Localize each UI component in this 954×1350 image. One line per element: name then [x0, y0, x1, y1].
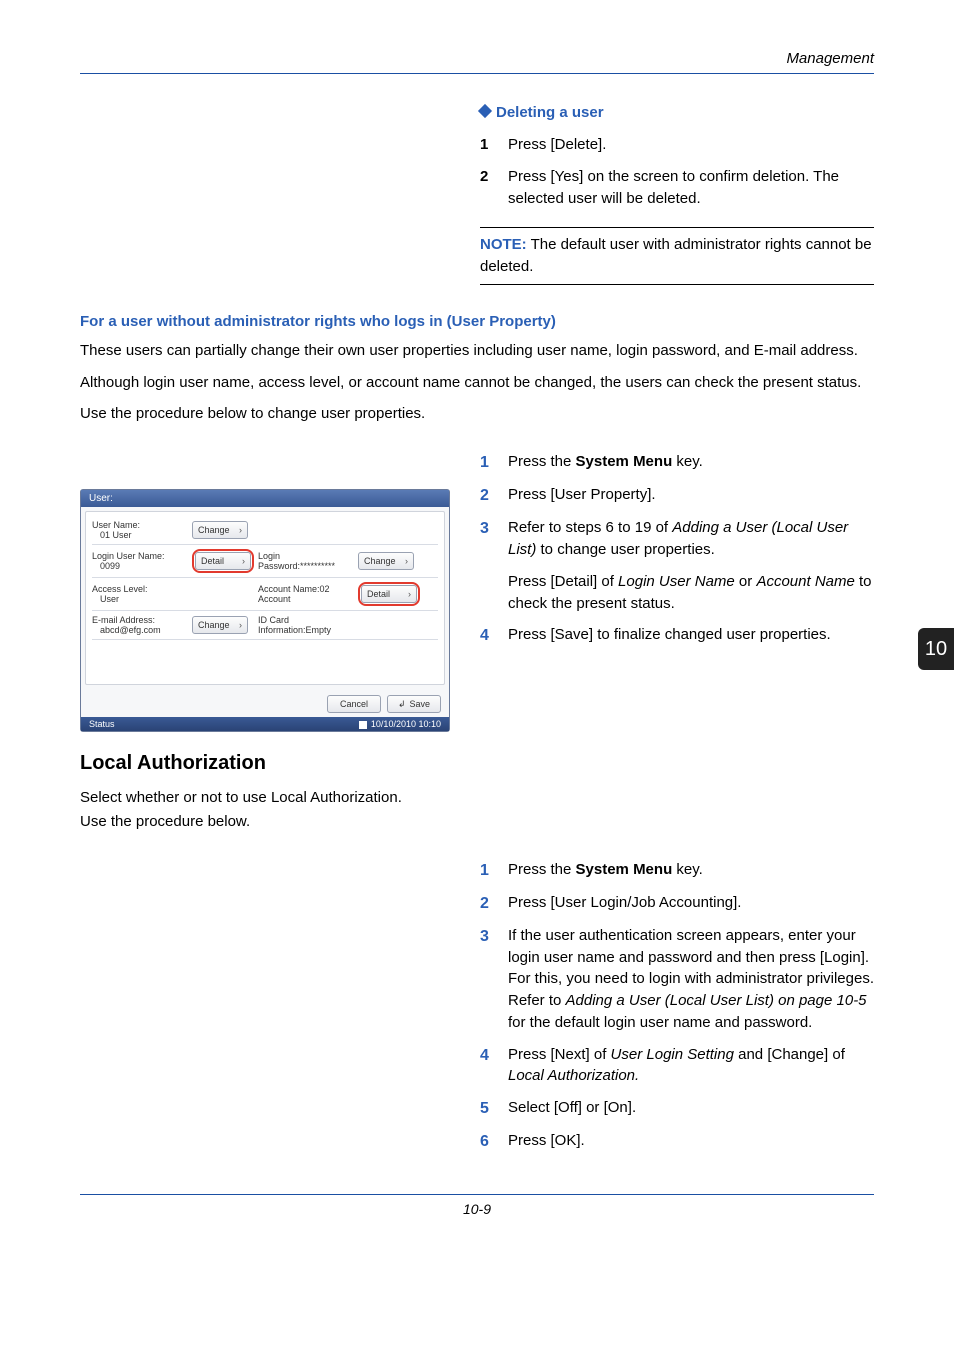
change-button[interactable]: Change› — [358, 552, 414, 570]
step-text: Refer to steps 6 to 19 of Adding a User … — [508, 517, 874, 561]
step-text: Press [User Property]. — [508, 484, 874, 507]
step-text: Press [Yes] on the screen to confirm del… — [508, 166, 874, 210]
header-rule — [80, 73, 874, 74]
field-value: User — [92, 594, 192, 604]
field-label: User Name: — [92, 520, 192, 530]
note-block: NOTE: The default user with administrato… — [480, 227, 874, 285]
chevron-right-icon: › — [408, 589, 411, 599]
change-button[interactable]: Change› — [192, 521, 248, 539]
body-text: Select whether or not to use Local Autho… — [80, 787, 874, 809]
body-text: These users can partially change their o… — [80, 340, 874, 362]
step-text: Press [OK]. — [508, 1130, 874, 1153]
field-label: Access Level: — [92, 584, 192, 594]
field-value: abcd@efg.com — [92, 625, 192, 635]
step-number: 3 — [480, 925, 508, 1034]
field-label: Login Password: — [258, 551, 300, 571]
user-property-heading: For a user without administrator rights … — [80, 313, 874, 330]
detail-button[interactable]: Detail› — [361, 585, 417, 603]
step-text: Press [User Login/Job Accounting]. — [508, 892, 874, 915]
local-authorization-heading: Local Authorization — [80, 752, 874, 775]
step-text: Press [Save] to finalize changed user pr… — [508, 624, 874, 647]
step-number: 4 — [480, 1044, 508, 1088]
chevron-right-icon: › — [405, 556, 408, 566]
body-text: Although login user name, access level, … — [80, 372, 874, 394]
chevron-right-icon: › — [239, 525, 242, 535]
field-value: 01 User — [92, 530, 192, 540]
step-number: 6 — [480, 1130, 508, 1153]
enter-icon: ↲ — [398, 699, 406, 710]
status-label: Status — [89, 719, 115, 729]
cancel-button[interactable]: Cancel — [327, 695, 381, 713]
step-number: 3 — [480, 517, 508, 561]
step-text: Press [Delete]. — [508, 134, 874, 156]
chevron-right-icon: › — [242, 556, 245, 566]
status-icon — [359, 721, 367, 729]
field-value: 0099 — [92, 561, 192, 571]
step-number: 2 — [480, 166, 508, 210]
step-number: 5 — [480, 1097, 508, 1120]
user-dialog: User: User Name:01 User Change› Login Us… — [80, 489, 450, 732]
step-text: If the user authentication screen appear… — [508, 925, 874, 1034]
save-button[interactable]: ↲Save — [387, 695, 441, 713]
dialog-title: User: — [81, 490, 449, 507]
highlight-ring: Detail› — [358, 582, 420, 606]
chapter-tab: 10 — [918, 628, 954, 670]
step-number: 1 — [480, 859, 508, 882]
field-label: Account Name: — [258, 584, 320, 594]
chevron-right-icon: › — [239, 620, 242, 630]
step-number: 2 — [480, 484, 508, 507]
deleting-user-heading: Deleting a user — [480, 104, 874, 122]
step-number: 1 — [480, 134, 508, 156]
step-text: Select [Off] or [On]. — [508, 1097, 874, 1120]
note-label: NOTE: — [480, 236, 527, 253]
diamond-icon — [478, 104, 492, 118]
step-number: 1 — [480, 451, 508, 474]
step-number: 4 — [480, 624, 508, 647]
field-value: ********** — [300, 561, 335, 571]
footer-rule — [80, 1194, 874, 1195]
step-number: 2 — [480, 892, 508, 915]
step-text: Press the System Menu key. — [508, 451, 874, 474]
timestamp: 10/10/2010 10:10 — [371, 719, 441, 729]
detail-button[interactable]: Detail› — [195, 552, 251, 570]
body-text: Use the procedure below. — [80, 811, 874, 833]
change-button[interactable]: Change› — [192, 616, 248, 634]
page-number: 10-9 — [80, 1201, 874, 1217]
body-text: Use the procedure below to change user p… — [80, 403, 874, 425]
highlight-ring: Detail› — [192, 549, 254, 573]
field-label: ID Card Information: — [258, 615, 306, 635]
field-value: Empty — [306, 625, 332, 635]
note-text: The default user with administrator righ… — [480, 236, 872, 275]
deleting-title: Deleting a user — [496, 104, 604, 121]
step-text: Press the System Menu key. — [508, 859, 874, 882]
step-subtext: Press [Detail] of Login User Name or Acc… — [508, 571, 874, 615]
field-label: Login User Name: — [92, 551, 192, 561]
field-label: E-mail Address: — [92, 615, 192, 625]
step-text: Press [Next] of User Login Setting and [… — [508, 1044, 874, 1088]
header-section: Management — [80, 50, 874, 67]
